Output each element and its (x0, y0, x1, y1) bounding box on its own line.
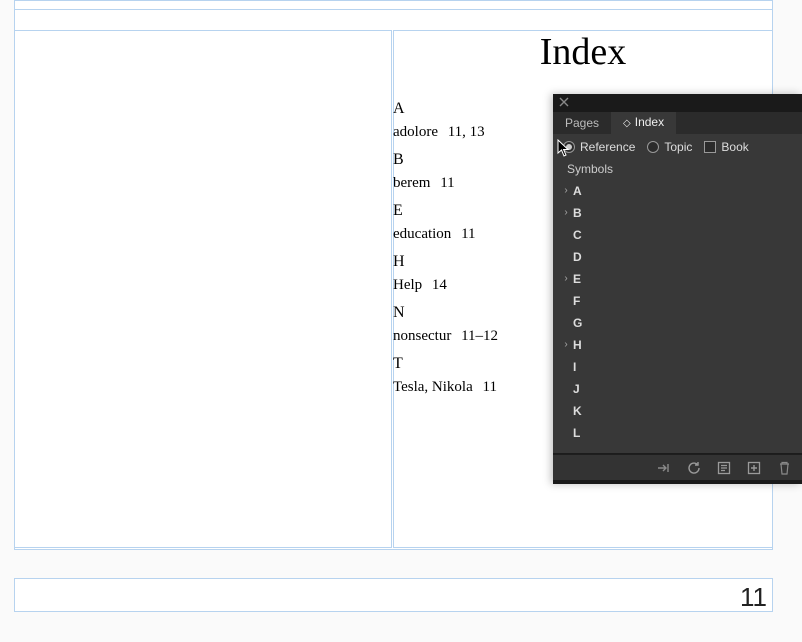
index-body: Aadolore 11, 13 Bberem 11 Eeducation 11 H He… (393, 100, 553, 396)
index-entry-pages: 11 (461, 226, 475, 242)
panel-footer (553, 454, 802, 480)
index-section-letter: N (393, 304, 553, 322)
index-entry-pages: 11 (440, 175, 454, 191)
index-entry-pages: 11 (483, 379, 497, 395)
generate-index-icon[interactable] (716, 460, 732, 476)
letter-label: B (573, 206, 582, 220)
index-section-letter: B (393, 151, 553, 169)
letter-label: I (573, 360, 576, 374)
radio-dot-icon (563, 141, 575, 153)
index-entry-pages: 11, 13 (448, 124, 485, 140)
radio-reference-label: Reference (580, 140, 635, 154)
panel-tabs: Pages ◇ Index (553, 112, 802, 134)
chevron-right-icon: › (561, 339, 571, 350)
radio-reference[interactable]: Reference (563, 140, 635, 154)
letter-label: E (573, 272, 581, 286)
page-number: 11 (740, 582, 767, 613)
panel-bottom-edge (553, 480, 802, 484)
letter-label: H (573, 338, 582, 352)
index-entry: nonsectur 11–12 (393, 328, 553, 345)
checkbox-book-label: Book (721, 140, 748, 154)
index-entry-term: Help (393, 277, 422, 293)
letter-label: F (573, 294, 580, 308)
index-entry-term: Tesla, Nikola (393, 379, 473, 395)
letter-label: D (573, 250, 582, 264)
letter-row-j[interactable]: J (553, 378, 802, 400)
new-entry-icon[interactable] (746, 460, 762, 476)
index-title: Index (393, 30, 773, 74)
bottom-bar (14, 578, 773, 612)
index-section-letter: H (393, 253, 553, 271)
spread-top-rule (14, 9, 773, 10)
index-entry-pages: 14 (432, 277, 447, 293)
letter-row-f[interactable]: F (553, 290, 802, 312)
page-left-frame (14, 30, 392, 548)
letter-row-c[interactable]: C (553, 224, 802, 246)
trash-icon[interactable] (776, 460, 792, 476)
chevron-right-icon: › (561, 273, 571, 284)
letter-row-l[interactable]: L (553, 422, 802, 444)
checkbox-icon (704, 141, 716, 153)
diamond-icon: ◇ (623, 118, 631, 129)
index-section-letter: E (393, 202, 553, 220)
checkbox-book[interactable]: Book (704, 140, 748, 154)
tab-index[interactable]: ◇ Index (611, 111, 676, 135)
refresh-icon[interactable] (686, 460, 702, 476)
letter-row-h[interactable]: ›H (553, 334, 802, 356)
index-panel[interactable]: Pages ◇ Index Reference Topic Book Symbol… (553, 94, 802, 484)
radio-topic-label: Topic (664, 140, 692, 154)
letter-label: K (573, 404, 582, 418)
letter-label: C (573, 228, 582, 242)
index-entry-pages: 11–12 (461, 328, 498, 344)
index-section-letter: A (393, 100, 553, 118)
letter-label: A (573, 184, 582, 198)
index-entry: adolore 11, 13 (393, 124, 553, 141)
index-entry-term: nonsectur (393, 328, 451, 344)
letter-label: J (573, 382, 580, 396)
index-entry-term: education (393, 226, 451, 242)
radio-dot-icon (647, 141, 659, 153)
tab-index-label: Index (635, 115, 664, 129)
canvas: Index Aadolore 11, 13 Bberem 11 Eeducation… (0, 0, 802, 642)
letter-row-d[interactable]: D (553, 246, 802, 268)
letter-label: L (573, 426, 580, 440)
letter-row-k[interactable]: K (553, 400, 802, 422)
chevron-right-icon: › (561, 207, 571, 218)
index-entry-term: adolore (393, 124, 438, 140)
panel-titlebar[interactable] (553, 94, 802, 112)
index-entry: Tesla, Nikola 11 (393, 379, 553, 396)
letter-row-g[interactable]: G (553, 312, 802, 334)
chevron-right-icon: › (561, 185, 571, 196)
radio-topic[interactable]: Topic (647, 140, 692, 154)
close-icon[interactable] (559, 97, 569, 107)
mode-row: Reference Topic Book (553, 134, 802, 158)
symbols-label: Symbols (553, 158, 802, 178)
letter-row-a[interactable]: ›A (553, 180, 802, 202)
goto-icon[interactable] (656, 460, 672, 476)
index-entry: Help 14 (393, 277, 553, 294)
letter-row-i[interactable]: I (553, 356, 802, 378)
index-section-letter: T (393, 355, 553, 373)
tab-pages[interactable]: Pages (553, 112, 611, 134)
index-entry-term: berem (393, 175, 430, 191)
index-entry: education 11 (393, 226, 553, 243)
letter-label: G (573, 316, 582, 330)
letter-row-b[interactable]: ›B (553, 202, 802, 224)
index-entry: berem 11 (393, 175, 553, 192)
letters-list[interactable]: ›A›BCD›EFG›HIJKL (553, 178, 802, 449)
letter-row-e[interactable]: ›E (553, 268, 802, 290)
